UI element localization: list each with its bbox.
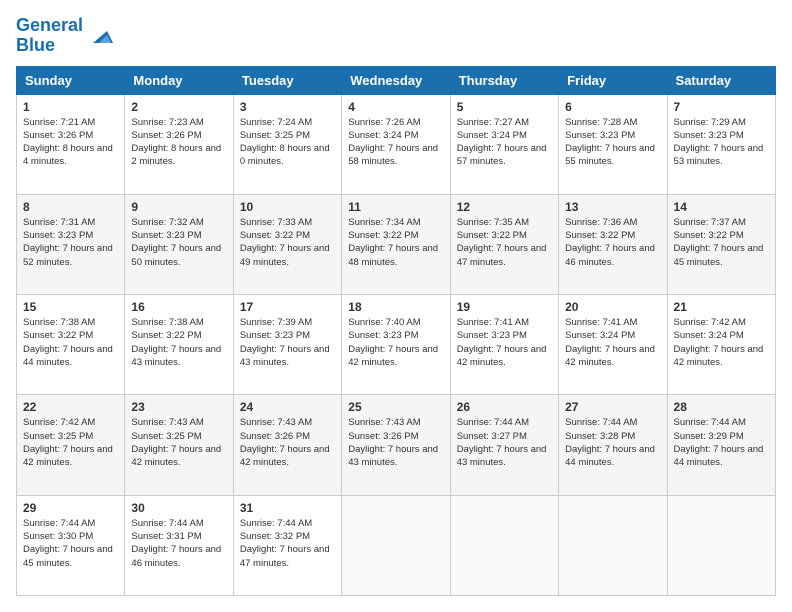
calendar-table: Sunday Monday Tuesday Wednesday Thursday… [16,66,776,596]
calendar-week-row: 1 Sunrise: 7:21 AM Sunset: 3:26 PM Dayli… [17,94,776,194]
table-row: 17 Sunrise: 7:39 AM Sunset: 3:23 PM Dayl… [233,295,341,395]
table-row: 30 Sunrise: 7:44 AM Sunset: 3:31 PM Dayl… [125,495,233,595]
table-row: 24 Sunrise: 7:43 AM Sunset: 3:26 PM Dayl… [233,395,341,495]
table-row: 10 Sunrise: 7:33 AM Sunset: 3:22 PM Dayl… [233,194,341,294]
table-row: 16 Sunrise: 7:38 AM Sunset: 3:22 PM Dayl… [125,295,233,395]
table-row: 29 Sunrise: 7:44 AM Sunset: 3:30 PM Dayl… [17,495,125,595]
col-monday: Monday [125,66,233,94]
col-sunday: Sunday [17,66,125,94]
table-row: 3 Sunrise: 7:24 AM Sunset: 3:25 PM Dayli… [233,94,341,194]
col-tuesday: Tuesday [233,66,341,94]
calendar-week-row: 8 Sunrise: 7:31 AM Sunset: 3:23 PM Dayli… [17,194,776,294]
logo-text: General Blue [16,16,83,56]
calendar-week-row: 29 Sunrise: 7:44 AM Sunset: 3:30 PM Dayl… [17,495,776,595]
table-row: 27 Sunrise: 7:44 AM Sunset: 3:28 PM Dayl… [559,395,667,495]
col-thursday: Thursday [450,66,558,94]
col-saturday: Saturday [667,66,775,94]
table-row: 13 Sunrise: 7:36 AM Sunset: 3:22 PM Dayl… [559,194,667,294]
table-row: 8 Sunrise: 7:31 AM Sunset: 3:23 PM Dayli… [17,194,125,294]
calendar-week-row: 15 Sunrise: 7:38 AM Sunset: 3:22 PM Dayl… [17,295,776,395]
table-row: 14 Sunrise: 7:37 AM Sunset: 3:22 PM Dayl… [667,194,775,294]
table-row: 21 Sunrise: 7:42 AM Sunset: 3:24 PM Dayl… [667,295,775,395]
logo: General Blue [16,16,115,56]
table-row: 5 Sunrise: 7:27 AM Sunset: 3:24 PM Dayli… [450,94,558,194]
table-row: 1 Sunrise: 7:21 AM Sunset: 3:26 PM Dayli… [17,94,125,194]
empty-cell [450,495,558,595]
table-row: 7 Sunrise: 7:29 AM Sunset: 3:23 PM Dayli… [667,94,775,194]
empty-cell [342,495,450,595]
table-row: 26 Sunrise: 7:44 AM Sunset: 3:27 PM Dayl… [450,395,558,495]
calendar-header-row: Sunday Monday Tuesday Wednesday Thursday… [17,66,776,94]
table-row: 20 Sunrise: 7:41 AM Sunset: 3:24 PM Dayl… [559,295,667,395]
table-row: 9 Sunrise: 7:32 AM Sunset: 3:23 PM Dayli… [125,194,233,294]
table-row: 6 Sunrise: 7:28 AM Sunset: 3:23 PM Dayli… [559,94,667,194]
col-friday: Friday [559,66,667,94]
table-row: 4 Sunrise: 7:26 AM Sunset: 3:24 PM Dayli… [342,94,450,194]
table-row: 22 Sunrise: 7:42 AM Sunset: 3:25 PM Dayl… [17,395,125,495]
empty-cell [559,495,667,595]
table-row: 15 Sunrise: 7:38 AM Sunset: 3:22 PM Dayl… [17,295,125,395]
logo-icon [85,21,115,51]
table-row: 2 Sunrise: 7:23 AM Sunset: 3:26 PM Dayli… [125,94,233,194]
table-row: 11 Sunrise: 7:34 AM Sunset: 3:22 PM Dayl… [342,194,450,294]
col-wednesday: Wednesday [342,66,450,94]
table-row: 23 Sunrise: 7:43 AM Sunset: 3:25 PM Dayl… [125,395,233,495]
header: General Blue [16,16,776,56]
table-row: 19 Sunrise: 7:41 AM Sunset: 3:23 PM Dayl… [450,295,558,395]
table-row: 28 Sunrise: 7:44 AM Sunset: 3:29 PM Dayl… [667,395,775,495]
empty-cell [667,495,775,595]
table-row: 18 Sunrise: 7:40 AM Sunset: 3:23 PM Dayl… [342,295,450,395]
table-row: 12 Sunrise: 7:35 AM Sunset: 3:22 PM Dayl… [450,194,558,294]
table-row: 25 Sunrise: 7:43 AM Sunset: 3:26 PM Dayl… [342,395,450,495]
page: General Blue Sunday Monday Tuesday [0,0,792,612]
calendar-week-row: 22 Sunrise: 7:42 AM Sunset: 3:25 PM Dayl… [17,395,776,495]
table-row: 31 Sunrise: 7:44 AM Sunset: 3:32 PM Dayl… [233,495,341,595]
